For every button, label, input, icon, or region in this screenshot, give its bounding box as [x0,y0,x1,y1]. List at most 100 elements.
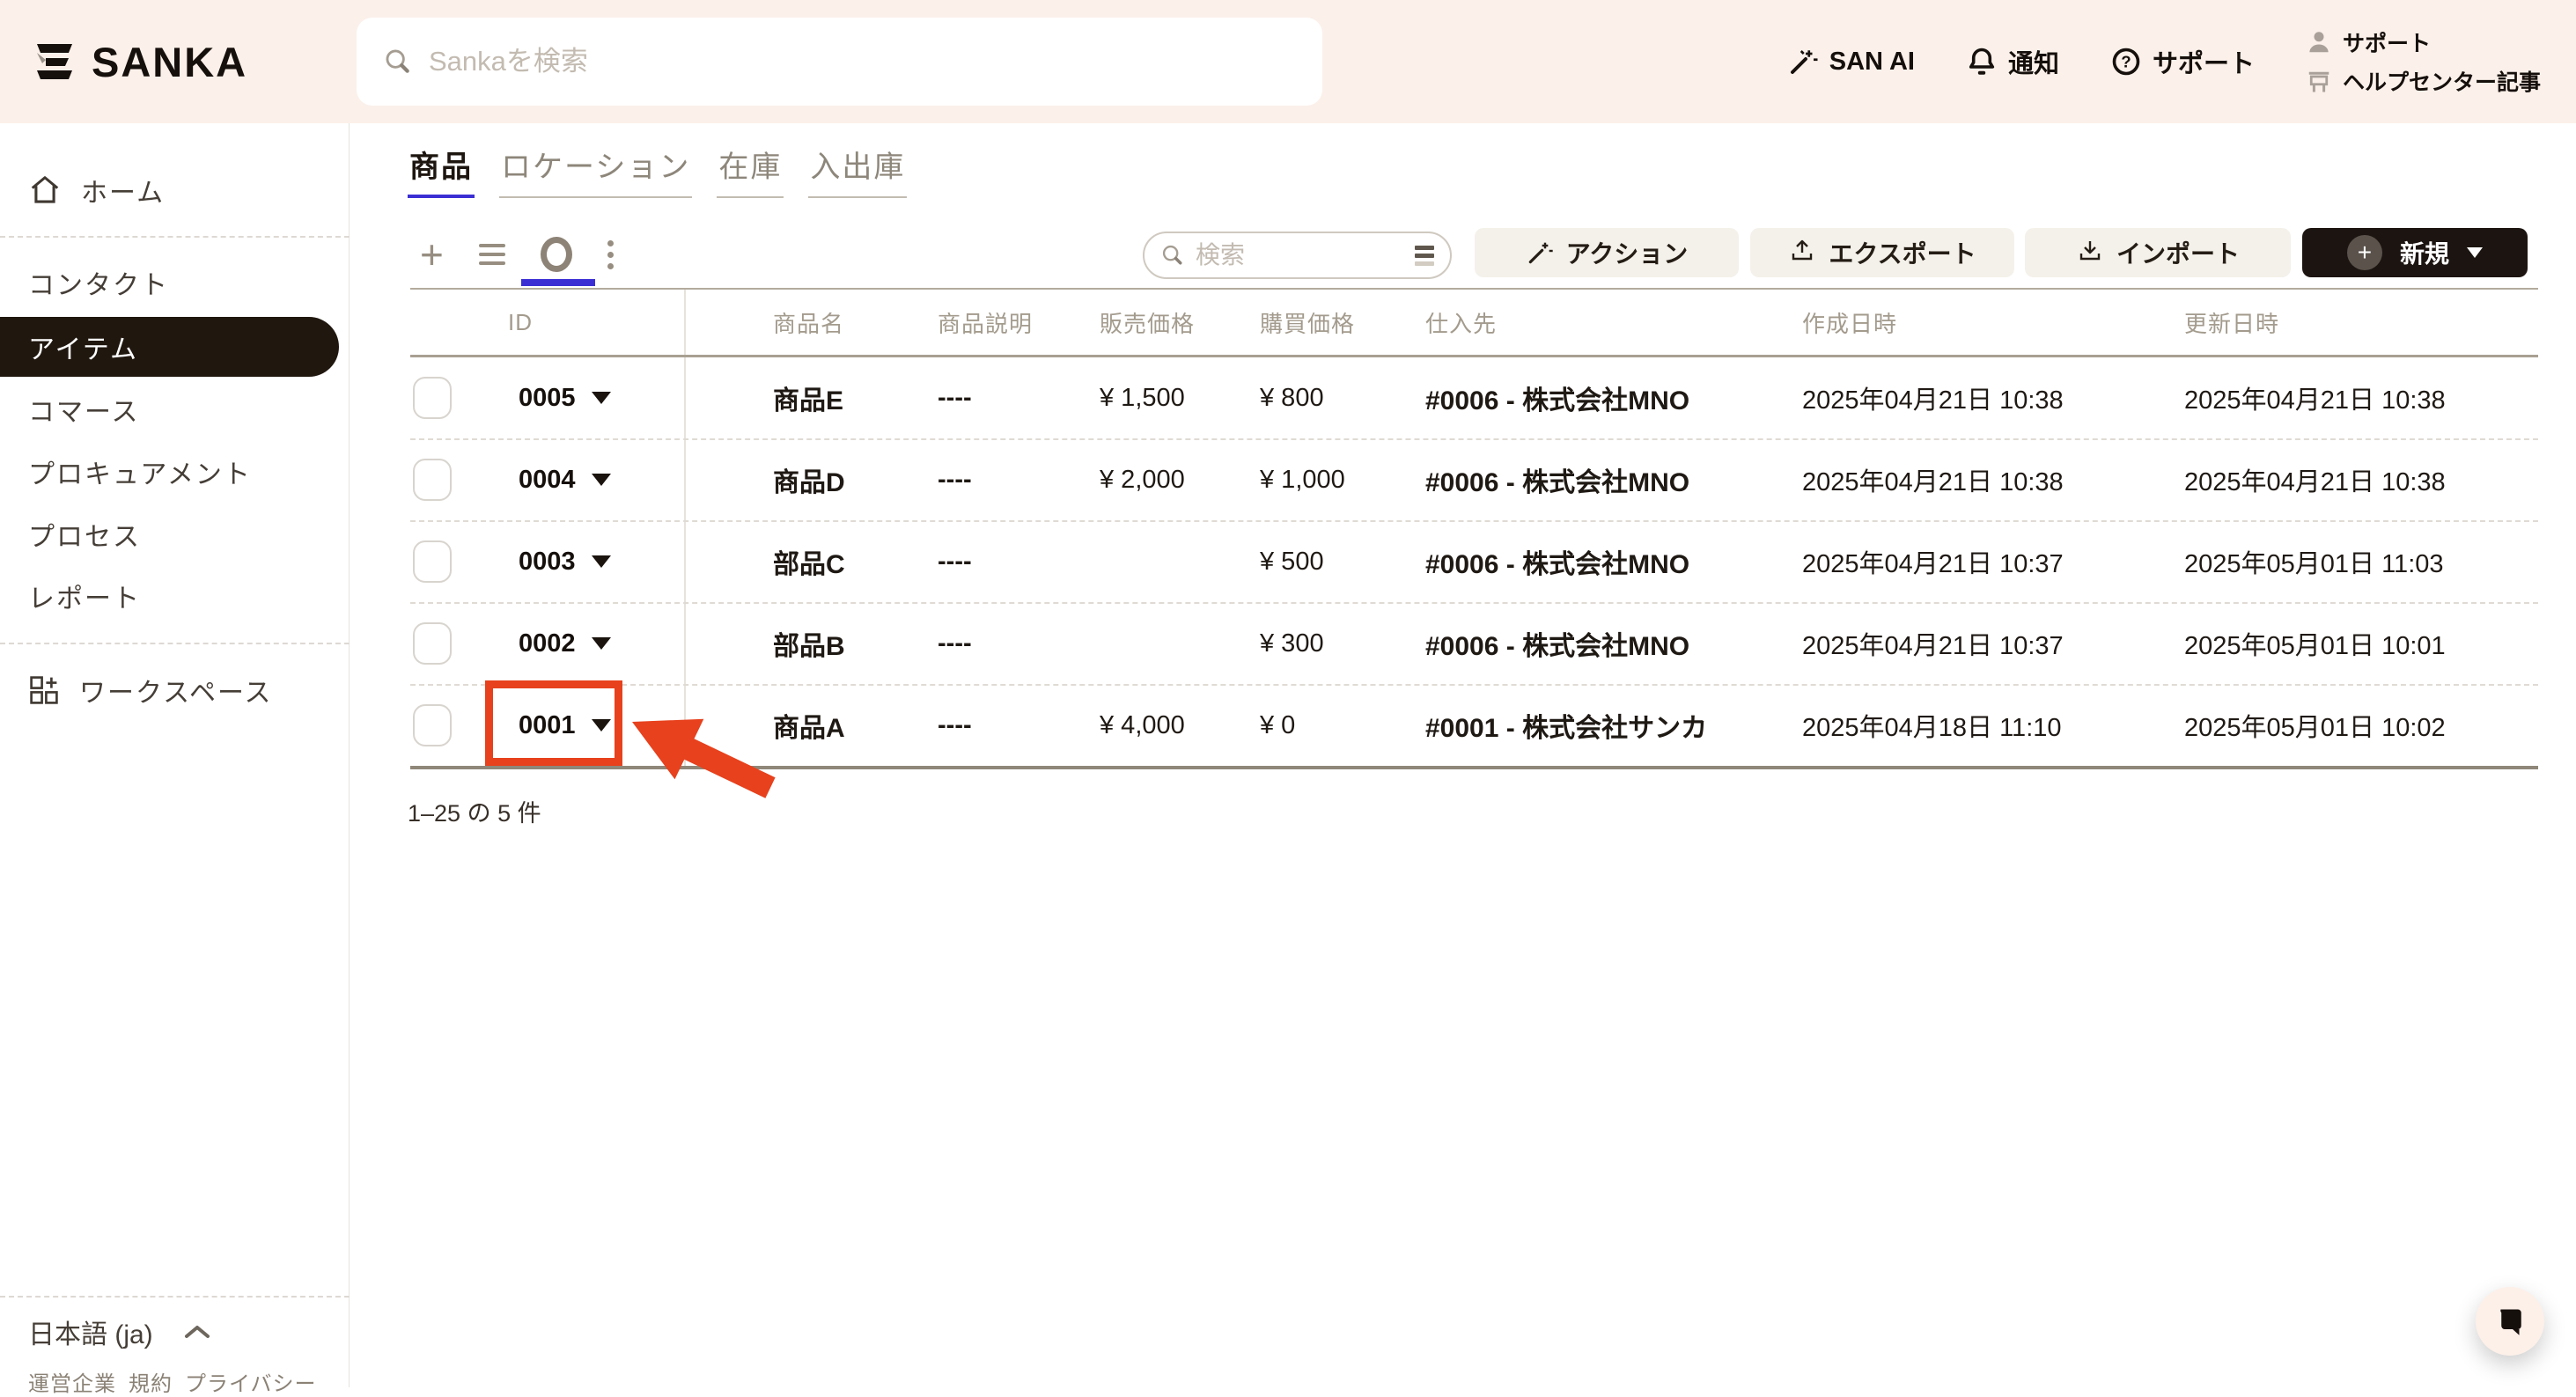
annotation-highlight-box [485,680,622,766]
tab-products[interactable]: 商品 [408,143,475,198]
col-header-supplier: 仕入先 [1425,310,1498,337]
view-options-icon[interactable] [607,239,614,269]
row-checkbox[interactable] [413,704,452,746]
download-icon [2079,241,2101,261]
circle-view-icon[interactable] [540,237,572,272]
cell-sale: ¥ 1,500 [1100,383,1185,412]
sidebar-item-commerce[interactable]: コマース [28,383,140,436]
san-ai-button[interactable]: SAN AI [1787,46,1915,77]
cell-supplier: #0006 - 株式会社MNO [1425,632,1690,661]
row-id: 0004 [519,465,576,494]
sidebar-item-label: プロキュアメント [28,460,252,489]
new-button[interactable]: + 新規 [2302,228,2528,277]
filter-icon[interactable] [1415,245,1434,266]
brand-logo: SANKA [32,0,247,123]
row-checkbox[interactable] [413,540,452,583]
row-checkbox[interactable] [413,622,452,665]
row-id-dropdown[interactable]: 0004 [519,439,611,520]
sidebar-item-process[interactable]: プロセス [28,508,141,561]
chevron-up-icon [184,1326,210,1338]
sidebar-item-label: ホーム [81,179,166,208]
cell-created: 2025年04月21日 10:38 [1802,468,2064,496]
cell-desc: ---- [938,465,972,494]
sidebar-item-items[interactable]: アイテム [0,317,339,377]
chevron-down-icon [2467,247,2483,258]
search-icon [386,49,409,73]
account-helpcenter-line: ヘルプセンター記事 [2306,65,2541,97]
support-button[interactable]: ? サポート [2110,43,2255,80]
import-label: インポート [2116,240,2240,268]
row-checkbox[interactable] [413,377,452,419]
active-view-indicator [521,279,595,286]
bell-icon [1969,48,1995,75]
sidebar-item-label: ワークスペース [79,679,273,708]
terms-link[interactable]: 規約 [129,1366,173,1397]
actions-label: アクション [1565,240,1689,268]
language-label: 日本語 (ja) [28,1320,153,1349]
table-search-input[interactable] [1196,241,1404,269]
account-line2-label: ヘルプセンター記事 [2342,70,2541,95]
cell-updated: 2025年05月01日 10:02 [2184,714,2446,742]
row-id-dropdown[interactable]: 0005 [519,357,611,438]
list-view-icon[interactable] [478,244,505,265]
dropdown-triangle-icon [591,474,611,486]
col-header-id: ID [508,308,533,335]
cell-name: 部品B [773,632,845,661]
new-label: 新規 [2399,240,2449,268]
sidebar-item-label: レポート [28,585,141,614]
sidebar-item-label: コンタクト [28,271,169,300]
company-link[interactable]: 運営企業 [28,1366,116,1397]
workspace-icon [30,676,58,704]
row-id-dropdown[interactable]: 0002 [519,603,611,684]
cell-desc: ---- [938,547,972,576]
chat-widget-button[interactable] [2476,1287,2544,1356]
col-header-saleprice: 販売価格 [1100,310,1196,337]
cell-updated: 2025年04月21日 10:38 [2184,386,2446,415]
global-search[interactable] [357,18,1322,106]
table-search[interactable] [1143,232,1452,279]
col-header-desc: 商品説明 [938,310,1034,337]
import-button[interactable]: インポート [2025,228,2291,277]
global-search-input[interactable] [429,46,1296,77]
cell-desc: ---- [938,629,972,658]
sidebar-item-label: プロセス [28,523,141,552]
cell-created: 2025年04月21日 10:37 [1802,632,2064,660]
sidebar-item-label: コマース [28,398,140,427]
table-row: 0005 商品E ---- ¥ 1,500 ¥ 800 #0006 - 株式会社… [410,357,2538,438]
wand-icon [1790,50,1818,74]
search-icon [1162,245,1182,265]
cell-buy: ¥ 1,000 [1260,465,1345,494]
sidebar-item-reports[interactable]: レポート [28,570,141,622]
notifications-button[interactable]: 通知 [1966,43,2059,80]
row-id-dropdown[interactable]: 0003 [519,521,611,602]
sidebar-item-workspace[interactable]: ワークスペース [28,664,273,717]
cell-created: 2025年04月18日 11:10 [1802,714,2062,742]
cell-created: 2025年04月21日 10:38 [1802,386,2064,415]
language-selector[interactable]: 日本語 (ja) [28,1310,211,1354]
row-checkbox[interactable] [413,459,452,501]
wand-icon [1528,242,1553,264]
cell-buy: ¥ 800 [1260,383,1324,412]
tab-locations[interactable]: ロケーション [499,143,693,198]
sanka-logo-icon [37,44,72,79]
annotation-arrow-icon [632,718,776,798]
sidebar: ホーム コンタクト アイテム コマース プロキュアメント プロセス レポート ワ… [0,123,350,1396]
cell-supplier: #0006 - 株式会社MNO [1425,468,1690,497]
cell-desc: ---- [938,383,972,412]
cell-created: 2025年04月21日 10:37 [1802,550,2064,578]
cell-buy: ¥ 0 [1260,710,1296,739]
sidebar-item-contacts[interactable]: コンタクト [28,256,169,309]
sidebar-item-home[interactable]: ホーム [28,164,165,217]
tab-inout[interactable]: 入出庫 [808,143,908,198]
privacy-link[interactable]: プライバシー [185,1366,317,1397]
sidebar-item-procurement[interactable]: プロキュアメント [28,445,252,498]
cell-updated: 2025年04月21日 10:38 [2184,468,2446,496]
add-view-button[interactable]: + [420,234,444,275]
actions-button[interactable]: アクション [1475,228,1739,277]
export-button[interactable]: エクスポート [1750,228,2014,277]
home-icon [31,176,59,203]
dropdown-triangle-icon [591,392,611,404]
legal-links: 運営企業 規約 プライバシー [28,1366,317,1397]
account-menu[interactable]: サポート ヘルプセンター記事 [2306,26,2541,97]
tab-inventory[interactable]: 在庫 [717,143,784,198]
